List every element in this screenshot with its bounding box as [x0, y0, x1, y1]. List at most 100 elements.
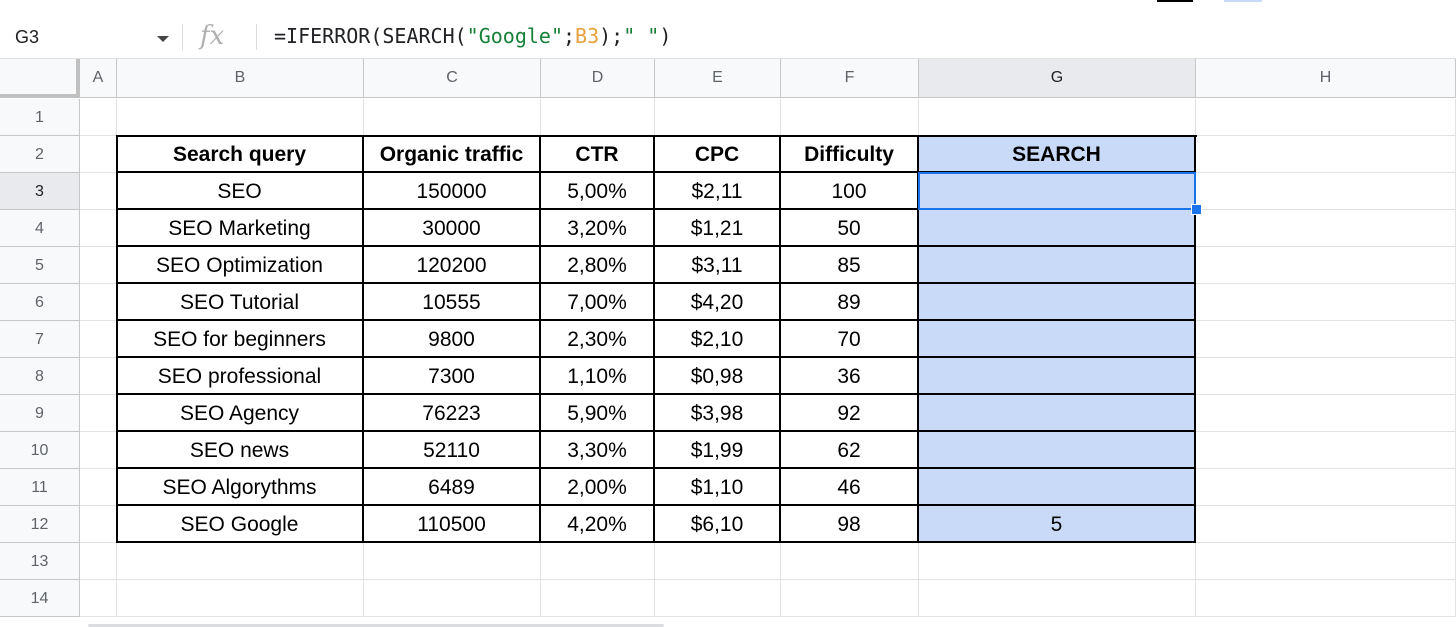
table-cell[interactable]: [919, 210, 1196, 247]
grid-cell[interactable]: [781, 99, 919, 136]
table-cell[interactable]: [919, 432, 1196, 469]
grid-cell[interactable]: [117, 543, 364, 580]
table-cell[interactable]: $1,99: [655, 432, 781, 469]
grid-cell[interactable]: [1196, 136, 1456, 173]
grid-cell[interactable]: [364, 99, 541, 136]
row-header-12[interactable]: 12: [0, 506, 80, 543]
table-cell[interactable]: $3,98: [655, 395, 781, 432]
table-header-cell[interactable]: SEARCH: [919, 136, 1196, 173]
table-cell[interactable]: SEO Marketing: [117, 210, 364, 247]
row-header-4[interactable]: 4: [0, 210, 80, 247]
table-cell[interactable]: $1,10: [655, 469, 781, 506]
row-header-6[interactable]: 6: [0, 284, 80, 321]
row-header-13[interactable]: 13: [0, 543, 80, 580]
table-cell[interactable]: 4,20%: [541, 506, 655, 543]
table-cell[interactable]: 2,00%: [541, 469, 655, 506]
grid-cell[interactable]: [1196, 173, 1456, 210]
grid-cell[interactable]: [1196, 469, 1456, 506]
grid-cell[interactable]: [781, 543, 919, 580]
column-header-b[interactable]: B: [117, 59, 364, 98]
table-cell[interactable]: 2,30%: [541, 321, 655, 358]
table-cell[interactable]: $3,11: [655, 247, 781, 284]
grid-cell[interactable]: [1196, 99, 1456, 136]
grid-cell[interactable]: [80, 506, 117, 543]
grid-cell[interactable]: [80, 284, 117, 321]
table-cell[interactable]: 92: [781, 395, 919, 432]
table-header-cell[interactable]: Difficulty: [781, 136, 919, 173]
column-header-e[interactable]: E: [655, 59, 781, 98]
table-cell[interactable]: $6,10: [655, 506, 781, 543]
grid-cell[interactable]: [1196, 284, 1456, 321]
table-header-cell[interactable]: CTR: [541, 136, 655, 173]
grid-cell[interactable]: [1196, 506, 1456, 543]
grid-cell[interactable]: [80, 321, 117, 358]
table-cell[interactable]: $0,98: [655, 358, 781, 395]
column-header-d[interactable]: D: [541, 59, 655, 98]
column-header-g[interactable]: G: [919, 59, 1196, 98]
table-cell[interactable]: SEO professional: [117, 358, 364, 395]
table-cell[interactable]: [919, 321, 1196, 358]
row-header-5[interactable]: 5: [0, 247, 80, 284]
grid-cell[interactable]: [80, 395, 117, 432]
table-cell[interactable]: SEO Tutorial: [117, 284, 364, 321]
grid-cell[interactable]: [919, 543, 1196, 580]
chevron-down-icon[interactable]: [154, 16, 174, 58]
table-cell[interactable]: 52110: [364, 432, 541, 469]
grid-cell[interactable]: [919, 99, 1196, 136]
grid-cell[interactable]: [1196, 247, 1456, 284]
table-cell[interactable]: SEO for beginners: [117, 321, 364, 358]
table-cell[interactable]: [919, 358, 1196, 395]
table-cell[interactable]: SEO Agency: [117, 395, 364, 432]
row-header-8[interactable]: 8: [0, 358, 80, 395]
grid-cell[interactable]: [80, 432, 117, 469]
grid-cell[interactable]: [117, 99, 364, 136]
grid-cell[interactable]: [541, 580, 655, 617]
table-cell[interactable]: 110500: [364, 506, 541, 543]
column-header-f[interactable]: F: [781, 59, 919, 98]
table-cell[interactable]: 5: [919, 506, 1196, 543]
table-cell[interactable]: 6489: [364, 469, 541, 506]
grid-cell[interactable]: [80, 580, 117, 617]
table-cell[interactable]: $4,20: [655, 284, 781, 321]
column-header-a[interactable]: A: [80, 59, 117, 98]
table-cell[interactable]: $2,10: [655, 321, 781, 358]
table-cell[interactable]: 1,10%: [541, 358, 655, 395]
grid-cell[interactable]: [80, 469, 117, 506]
grid-cell[interactable]: [541, 99, 655, 136]
table-cell[interactable]: SEO Algorythms: [117, 469, 364, 506]
grid-cell[interactable]: [655, 99, 781, 136]
table-cell[interactable]: 2,80%: [541, 247, 655, 284]
table-header-cell[interactable]: CPC: [655, 136, 781, 173]
column-header-c[interactable]: C: [364, 59, 541, 98]
select-all-corner[interactable]: [0, 59, 80, 98]
table-header-cell[interactable]: Search query: [117, 136, 364, 173]
toolbar-color-swatch-black[interactable]: [1157, 0, 1193, 2]
table-cell[interactable]: SEO news: [117, 432, 364, 469]
table-cell[interactable]: 7,00%: [541, 284, 655, 321]
table-cell[interactable]: 36: [781, 358, 919, 395]
table-cell[interactable]: $2,11: [655, 173, 781, 210]
formula-input[interactable]: =IFERROR(SEARCH("Google";B3);" "): [274, 16, 671, 58]
grid-cell[interactable]: [655, 543, 781, 580]
grid-cell[interactable]: [919, 580, 1196, 617]
grid-cell[interactable]: [1196, 210, 1456, 247]
row-header-7[interactable]: 7: [0, 321, 80, 358]
name-box[interactable]: G3: [15, 16, 39, 58]
column-header-h[interactable]: H: [1196, 59, 1456, 98]
table-cell[interactable]: SEO Google: [117, 506, 364, 543]
row-header-9[interactable]: 9: [0, 395, 80, 432]
table-cell[interactable]: 7300: [364, 358, 541, 395]
grid-cell[interactable]: [80, 543, 117, 580]
table-cell[interactable]: 89: [781, 284, 919, 321]
table-cell[interactable]: 50: [781, 210, 919, 247]
grid-cell[interactable]: [80, 99, 117, 136]
table-cell[interactable]: 76223: [364, 395, 541, 432]
row-header-2[interactable]: 2: [0, 136, 80, 173]
table-cell[interactable]: 85: [781, 247, 919, 284]
grid-cell[interactable]: [1196, 580, 1456, 617]
row-header-10[interactable]: 10: [0, 432, 80, 469]
table-header-cell[interactable]: Organic traffic: [364, 136, 541, 173]
grid-cell[interactable]: [364, 580, 541, 617]
table-cell[interactable]: 70: [781, 321, 919, 358]
toolbar-color-swatch-blue[interactable]: [1224, 0, 1262, 2]
